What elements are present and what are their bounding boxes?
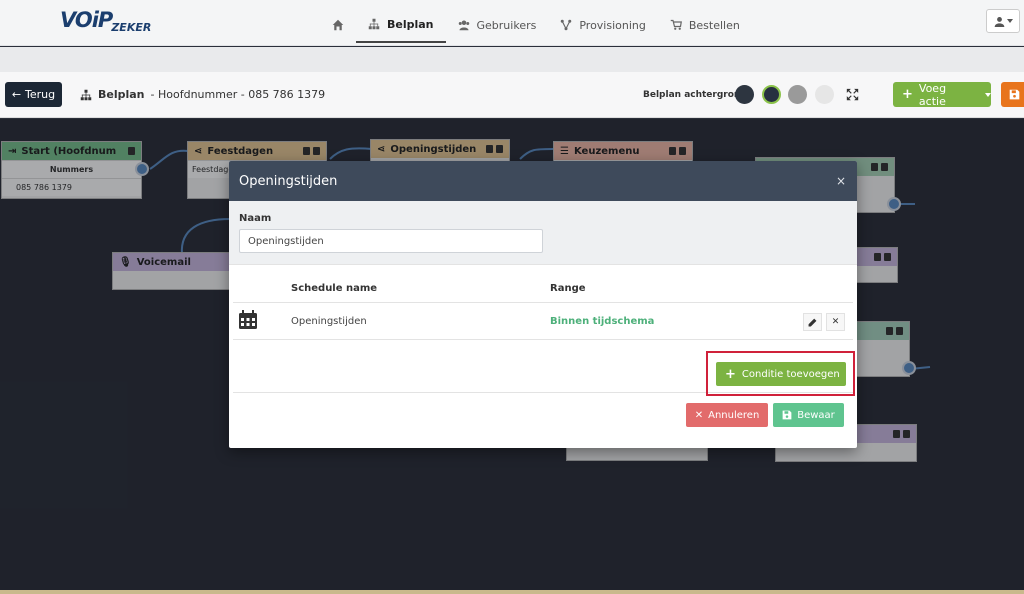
- save-button[interactable]: Bewaar: [773, 403, 844, 427]
- network-icon: [561, 19, 572, 31]
- nav-label-bestellen: Bestellen: [688, 18, 740, 32]
- name-label: Naam: [239, 213, 272, 224]
- back-button[interactable]: ← Terug: [5, 82, 62, 107]
- nav-label-provisioning: Provisioning: [579, 18, 646, 32]
- nav-label-gebruikers: Gebruikers: [476, 18, 537, 32]
- range-cell: Binnen tijdschema: [550, 315, 655, 327]
- schedule-table: Schedule name Range Openingstijden Binne…: [233, 275, 853, 340]
- nav-item-provisioning[interactable]: Provisioning: [548, 7, 658, 43]
- sitemap-icon: [80, 89, 92, 100]
- add-action-button[interactable]: + Voeg actie: [893, 81, 991, 108]
- users-icon: [458, 20, 469, 31]
- plus-icon: +: [902, 87, 913, 102]
- nav-item-belplan[interactable]: Belplan: [356, 7, 446, 43]
- calendar-cell: [233, 309, 291, 333]
- name-section: Naam: [229, 201, 857, 265]
- breadcrumb: Belplan - Hoofdnummer - 085 786 1379: [80, 88, 325, 101]
- name-input[interactable]: [239, 229, 543, 253]
- nav-label-belplan: Belplan: [387, 17, 434, 31]
- bg-swatch-grey[interactable]: [788, 85, 807, 104]
- page-subtitle: - Hoofdnummer - 085 786 1379: [150, 88, 326, 101]
- arrow-left-icon: ←: [11, 88, 22, 101]
- save-label: Bewaar: [797, 409, 835, 421]
- bottom-strip: [0, 590, 1024, 594]
- top-navbar: VOiPZEKER Belplan Gebruikers Provisionin…: [0, 0, 1024, 46]
- header-range: Range: [550, 283, 586, 294]
- bg-swatch-dark[interactable]: [735, 85, 754, 104]
- logo-sub-text: ZEKER: [111, 21, 152, 34]
- bg-swatch-light[interactable]: [815, 85, 834, 104]
- callout-highlight-box: [706, 351, 855, 396]
- bg-swatch-navy-selected[interactable]: [762, 85, 781, 104]
- edit-row-button[interactable]: [803, 313, 822, 331]
- save-plan-button[interactable]: [1001, 82, 1024, 107]
- cart-icon: [670, 19, 682, 30]
- chevron-down-icon: [1006, 19, 1013, 23]
- close-icon: ✕: [831, 317, 840, 327]
- modal-header: Openingstijden: [229, 161, 857, 201]
- main-nav: Belplan Gebruikers Provisioning Bestelle…: [320, 0, 752, 46]
- modal-title: Openingstijden: [239, 173, 338, 189]
- home-icon: [332, 19, 344, 31]
- table-row: Openingstijden Binnen tijdschema ✕: [233, 303, 853, 340]
- close-icon: ✕: [694, 409, 704, 421]
- delete-row-button[interactable]: ✕: [826, 313, 845, 331]
- user-icon: [994, 16, 1004, 27]
- logo-main-text: VOiP: [60, 8, 113, 32]
- floppy-icon: [1009, 89, 1020, 100]
- voipzeker-logo[interactable]: VOiPZEKER: [60, 8, 152, 34]
- sitemap-icon: [368, 18, 380, 30]
- pencil-icon: [808, 318, 817, 326]
- user-menu-button[interactable]: [986, 9, 1020, 33]
- background-label: Belplan achtergrond: [643, 90, 747, 100]
- nav-item-gebruikers[interactable]: Gebruikers: [446, 7, 549, 43]
- calendar-icon: [239, 309, 257, 329]
- add-action-label: Voeg actie: [918, 81, 947, 108]
- table-header-row: Schedule name Range: [233, 275, 853, 303]
- back-button-label: Terug: [25, 88, 56, 101]
- page-title: Belplan: [98, 88, 145, 101]
- nav-item-bestellen[interactable]: Bestellen: [658, 7, 752, 43]
- chevron-down-icon: [985, 92, 991, 97]
- close-icon[interactable]: ×: [836, 174, 846, 188]
- floppy-icon: [782, 410, 792, 420]
- row-actions: ✕: [803, 313, 845, 331]
- openingstijden-modal: Openingstijden × Naam Schedule name Rang…: [229, 161, 857, 448]
- cancel-label: Annuleren: [708, 409, 760, 421]
- cancel-button[interactable]: ✕ Annuleren: [686, 403, 768, 427]
- header-schedule-name: Schedule name: [291, 283, 378, 294]
- expand-icon[interactable]: [846, 88, 859, 101]
- belplan-toolbar: ← Terug Belplan - Hoofdnummer - 085 786 …: [0, 72, 1024, 118]
- header-spacer: [0, 47, 1024, 72]
- schedule-name-cell: Openingstijden: [291, 315, 367, 327]
- nav-item-home[interactable]: [320, 7, 356, 43]
